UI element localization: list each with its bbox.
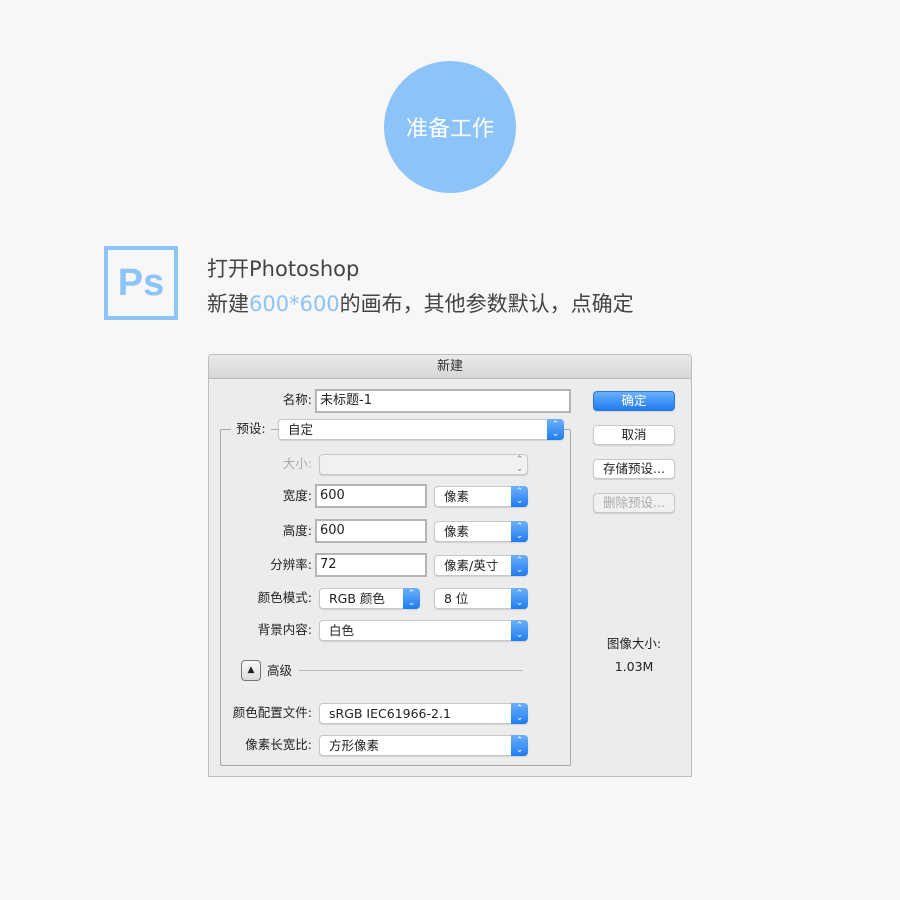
select-arrows-icon: ⌃ ⌄	[511, 703, 528, 724]
canvas-size-highlight: 600*600	[249, 292, 340, 316]
select-arrows-icon: ⌃ ⌄	[511, 735, 528, 756]
intro-line-1: 打开Photoshop	[207, 257, 360, 281]
advanced-toggle-button[interactable]: ▲	[241, 660, 261, 681]
bit-depth-select[interactable]: 8 位 ⌃ ⌄	[434, 588, 528, 609]
photoshop-logo-icon: Ps	[104, 246, 178, 320]
select-arrows-icon: ⌃ ⌄	[547, 419, 564, 440]
resolution-label: 分辨率:	[270, 557, 312, 572]
size-select[interactable]: ⌃ ⌄	[319, 454, 528, 475]
advanced-label: 高级	[267, 663, 293, 678]
name-input[interactable]: 未标题-1	[315, 389, 571, 413]
save-preset-button[interactable]: 存储预设...	[593, 459, 675, 479]
pixel-aspect-label: 像素长宽比:	[245, 737, 312, 752]
divider	[299, 670, 522, 671]
delete-preset-button[interactable]: 删除预设...	[593, 493, 675, 513]
preset-label: 预设:	[231, 419, 271, 439]
select-arrows-icon: ⌃ ⌄	[511, 486, 528, 507]
resolution-input[interactable]: 72	[315, 553, 427, 577]
height-unit-select[interactable]: 像素 ⌃ ⌄	[434, 521, 528, 542]
section-badge: 准备工作	[384, 61, 516, 193]
height-input[interactable]: 600	[315, 519, 427, 543]
color-profile-select[interactable]: sRGB IEC61966-2.1 ⌃ ⌄	[319, 703, 528, 724]
select-arrows-icon: ⌃ ⌄	[511, 521, 528, 542]
select-arrows-icon: ⌃ ⌄	[403, 588, 420, 609]
name-label: 名称:	[282, 392, 312, 407]
preset-select[interactable]: 自定 ⌃ ⌄	[278, 419, 564, 440]
background-select[interactable]: 白色 ⌃ ⌄	[319, 620, 528, 641]
select-arrows-icon: ⌃ ⌄	[511, 588, 528, 609]
intro-line-2: 新建600*600的画布，其他参数默认，点确定	[207, 292, 634, 316]
size-label: 大小:	[282, 456, 312, 471]
image-size-label: 图像大小:	[606, 636, 662, 651]
select-arrows-icon: ⌃ ⌄	[515, 455, 524, 474]
pixel-aspect-select[interactable]: 方形像素 ⌃ ⌄	[319, 735, 528, 756]
background-label: 背景内容:	[257, 622, 312, 637]
new-document-dialog: 新建 名称: 未标题-1 预设: 自定 ⌃ ⌄ 大小: ⌃ ⌄ 宽度: 600 像素 ⌃…	[208, 354, 692, 777]
image-size-value: 1.03M	[614, 659, 654, 674]
select-arrows-icon: ⌃ ⌄	[511, 555, 528, 576]
badge-text: 准备工作	[405, 117, 494, 142]
dialog-title: 新建	[209, 355, 691, 379]
resolution-unit-select[interactable]: 像素/英寸 ⌃ ⌄	[434, 555, 528, 576]
color-profile-label: 颜色配置文件:	[232, 705, 312, 720]
select-arrows-icon: ⌃ ⌄	[511, 620, 528, 641]
cancel-button[interactable]: 取消	[593, 425, 675, 445]
ok-button[interactable]: 确定	[593, 391, 675, 411]
height-label: 高度:	[282, 523, 312, 538]
width-label: 宽度:	[282, 488, 312, 503]
width-input[interactable]: 600	[315, 484, 427, 508]
triangle-up-icon: ▲	[247, 665, 255, 675]
width-unit-select[interactable]: 像素 ⌃ ⌄	[434, 486, 528, 507]
color-mode-select[interactable]: RGB 颜色 ⌃ ⌄	[319, 588, 420, 609]
color-mode-label: 颜色模式:	[257, 590, 312, 605]
